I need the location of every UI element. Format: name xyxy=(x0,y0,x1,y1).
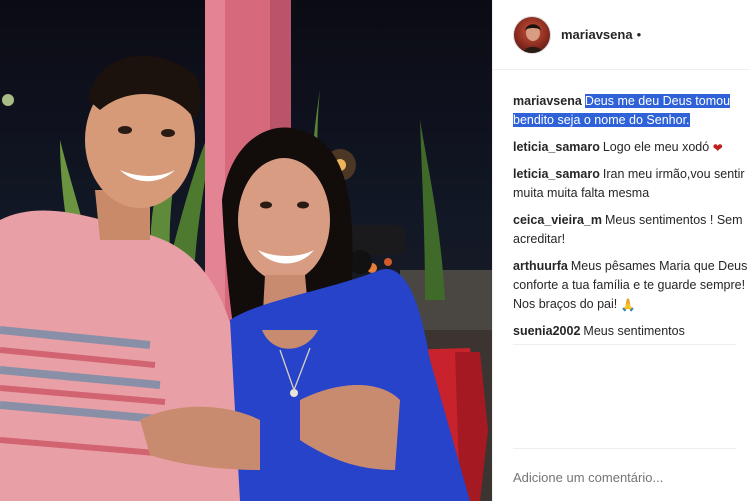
comment-username[interactable]: leticia_samaro xyxy=(513,140,600,154)
divider xyxy=(513,448,736,449)
comment-username[interactable]: leticia_samaro xyxy=(513,167,600,181)
praying-hands-icon: 🙏 xyxy=(620,298,636,312)
header-username[interactable]: mariavsena xyxy=(561,27,633,42)
comment-username[interactable]: arthuurfa xyxy=(513,259,568,273)
comment-text: Logo ele meu xodó xyxy=(602,140,710,154)
comment-list: mariavsena Deus me deu Deus tomou bendito… xyxy=(513,92,749,344)
header-separator-dot: • xyxy=(636,27,642,42)
avatar[interactable] xyxy=(513,15,551,54)
list-item: ceica_vieira_m Meus sentimentos ! Sem acr… xyxy=(513,211,749,249)
list-item: leticia_samaro Logo ele meu xodó ❤ xyxy=(513,138,749,157)
heart-icon: ❤ xyxy=(712,141,723,155)
post-header: mariavsena • xyxy=(493,0,750,70)
list-item: arthuurfa Meus pêsames Maria que Deus con… xyxy=(513,257,749,314)
avatar-image xyxy=(522,23,544,53)
photo-scene xyxy=(0,0,492,501)
list-item: leticia_samaro Iran meu irmão,vou sentir … xyxy=(513,165,749,203)
comment-text: Meus sentimentos xyxy=(583,324,685,338)
add-comment-input[interactable] xyxy=(513,470,733,485)
comment-username[interactable]: ceica_vieira_m xyxy=(513,213,602,227)
comment-username[interactable]: suenia2002 xyxy=(513,324,580,338)
caption-username[interactable]: mariavsena xyxy=(513,94,582,108)
post-photo xyxy=(0,0,492,501)
list-item: suenia2002 Meus sentimentos xyxy=(513,322,749,341)
divider xyxy=(513,344,736,345)
post-sidebar: mariavsena • mariavsena Deus me deu Deus … xyxy=(492,0,750,501)
caption: mariavsena Deus me deu Deus tomou bendito… xyxy=(513,92,749,130)
